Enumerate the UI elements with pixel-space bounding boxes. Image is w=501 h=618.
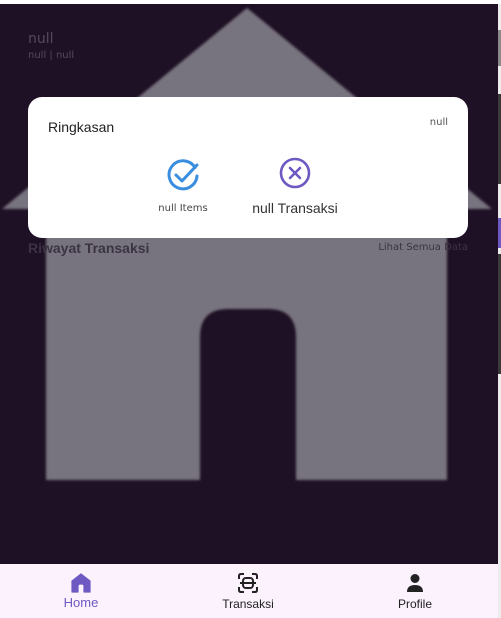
items-count-label: null Items — [158, 203, 208, 214]
app-root: null null | null Ringkasan null null Ite… — [0, 0, 501, 618]
home-icon — [71, 573, 91, 593]
check-circle-icon — [167, 159, 199, 191]
nav-home[interactable]: Home — [46, 572, 116, 610]
summary-title: Ringkasan — [48, 119, 115, 135]
user-name: null — [28, 31, 54, 47]
nav-profile[interactable]: Profile — [380, 572, 450, 611]
nav-home-label: Home — [63, 595, 99, 610]
summary-card: Ringkasan null null Items null Transaksi — [28, 97, 468, 238]
summary-date: null — [429, 117, 448, 128]
home-screen: null null | null Ringkasan null null Ite… — [0, 4, 498, 618]
nav-transaksi-label: Transaksi — [222, 597, 274, 611]
nav-profile-label: Profile — [397, 597, 432, 611]
nav-transaksi[interactable]: Transaksi — [208, 572, 288, 611]
transactions-stat: null Transaksi — [240, 157, 350, 216]
see-all-link[interactable]: Lihat Semua Data — [378, 242, 468, 253]
scan-icon — [238, 573, 258, 593]
transactions-count-label: null Transaksi — [252, 200, 338, 216]
x-circle-icon — [279, 157, 311, 189]
items-stat: null Items — [138, 159, 228, 214]
history-title: Riwayat Transaksi — [28, 240, 150, 256]
user-subtitle: null | null — [28, 50, 75, 61]
bottom-navigation: Home Transaksi Profile — [0, 564, 498, 618]
person-icon — [407, 574, 423, 592]
user-greeting: null null | null — [28, 30, 74, 63]
